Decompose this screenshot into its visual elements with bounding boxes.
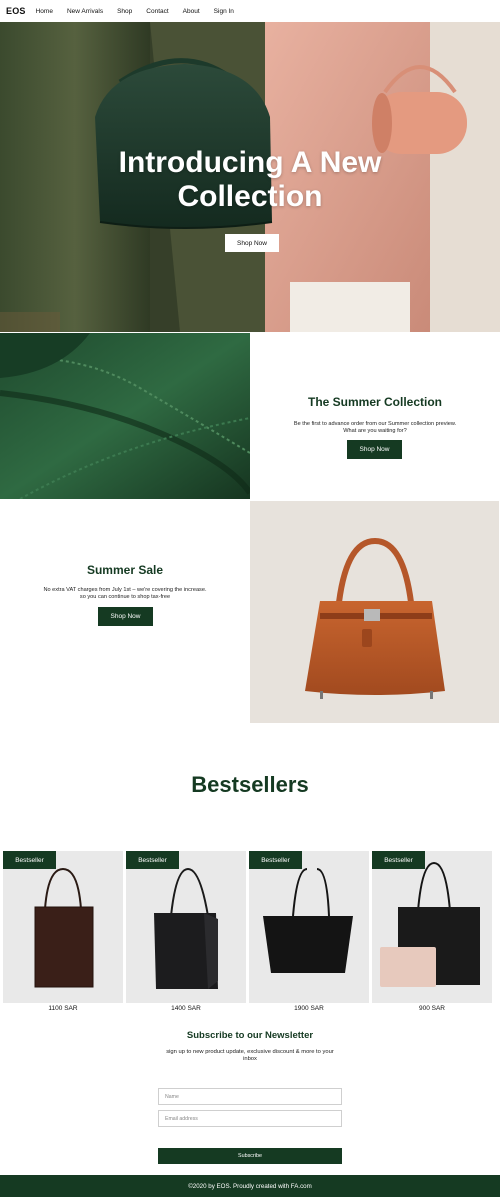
product-card-3[interactable]: Bestseller <box>249 851 369 1003</box>
summer-sale-text-line2: so you can continue to shop tax-free <box>79 594 171 600</box>
hero-shop-now-button[interactable]: Shop Now <box>225 234 279 252</box>
product-price-4: 900 SAR <box>418 1005 446 1012</box>
summer-collection-shop-button[interactable]: Shop Now <box>347 440 402 459</box>
nav-link-shop[interactable]: Shop <box>117 8 132 15</box>
product-price-1: 1100 SAR <box>48 1005 78 1012</box>
summer-sale-section: Summer Sale No extra VAT charges from Ju… <box>0 501 250 723</box>
hero-title: Introducing A New Collection <box>0 146 500 214</box>
bestsellers-title: Bestsellers <box>191 772 309 797</box>
product-price-2: 1400 SAR <box>171 1005 201 1012</box>
nav-link-about[interactable]: About <box>183 8 200 15</box>
subscribe-button[interactable]: Subscribe <box>158 1148 342 1164</box>
orange-bag-image <box>250 501 499 723</box>
summer-collection-title: The Summer Collection <box>307 395 443 409</box>
summer-collection-section: The Summer Collection Be the first to ad… <box>250 333 500 499</box>
nav-link-home[interactable]: Home <box>36 8 53 15</box>
hero-title-line1: Introducing A New <box>118 146 382 179</box>
summer-sale-title: Summer Sale <box>86 563 164 577</box>
product-card-1[interactable]: Bestseller <box>3 851 123 1003</box>
newsletter-subtitle: sign up to new product update, exclusive… <box>150 1049 350 1063</box>
summer-collection-text-line1: Be the first to advance order from our S… <box>293 421 457 427</box>
product-card-4[interactable]: Bestseller <box>372 851 492 1003</box>
summer-collection-text-line2: What are you waiting for? <box>343 428 407 434</box>
summer-sale-text: No extra VAT charges from July 1st – we'… <box>20 587 230 601</box>
hero-banner: Introducing A New Collection Shop Now <box>0 22 500 332</box>
newsletter-title: Subscribe to our Newsletter <box>186 1030 314 1041</box>
summer-sale-text-line1: No extra VAT charges from July 1st – we'… <box>43 587 207 593</box>
summer-collection-text: Be the first to advance order from our S… <box>275 421 475 435</box>
newsletter-name-input[interactable] <box>158 1088 342 1105</box>
hero-title-line2: Collection <box>177 180 323 213</box>
product-price-3: 1900 SAR <box>294 1005 324 1012</box>
footer-text: ©2020 by EOS. Proudly created with FA.co… <box>188 1182 312 1190</box>
newsletter-email-input[interactable] <box>158 1110 342 1127</box>
bestseller-badge: Bestseller <box>249 851 302 869</box>
product-card-2[interactable]: Bestseller <box>126 851 246 1003</box>
green-leather-image <box>0 333 250 499</box>
newsletter-subtitle-line1: sign up to new product update, exclusive… <box>166 1049 334 1055</box>
bestseller-badge: Bestseller <box>372 851 425 869</box>
footer: ©2020 by EOS. Proudly created with FA.co… <box>0 1175 500 1197</box>
bestseller-badge: Bestseller <box>126 851 179 869</box>
brand-logo[interactable]: EOS <box>6 6 26 16</box>
summer-sale-shop-button[interactable]: Shop Now <box>98 607 153 626</box>
newsletter-subtitle-line2: inbox <box>243 1056 257 1062</box>
bestseller-badge: Bestseller <box>3 851 56 869</box>
top-nav: EOS Home New Arrivals Shop Contact About… <box>0 0 500 22</box>
nav-link-sign-in[interactable]: Sign In <box>214 8 234 15</box>
nav-link-new-arrivals[interactable]: New Arrivals <box>67 8 103 15</box>
nav-link-contact[interactable]: Contact <box>146 8 168 15</box>
